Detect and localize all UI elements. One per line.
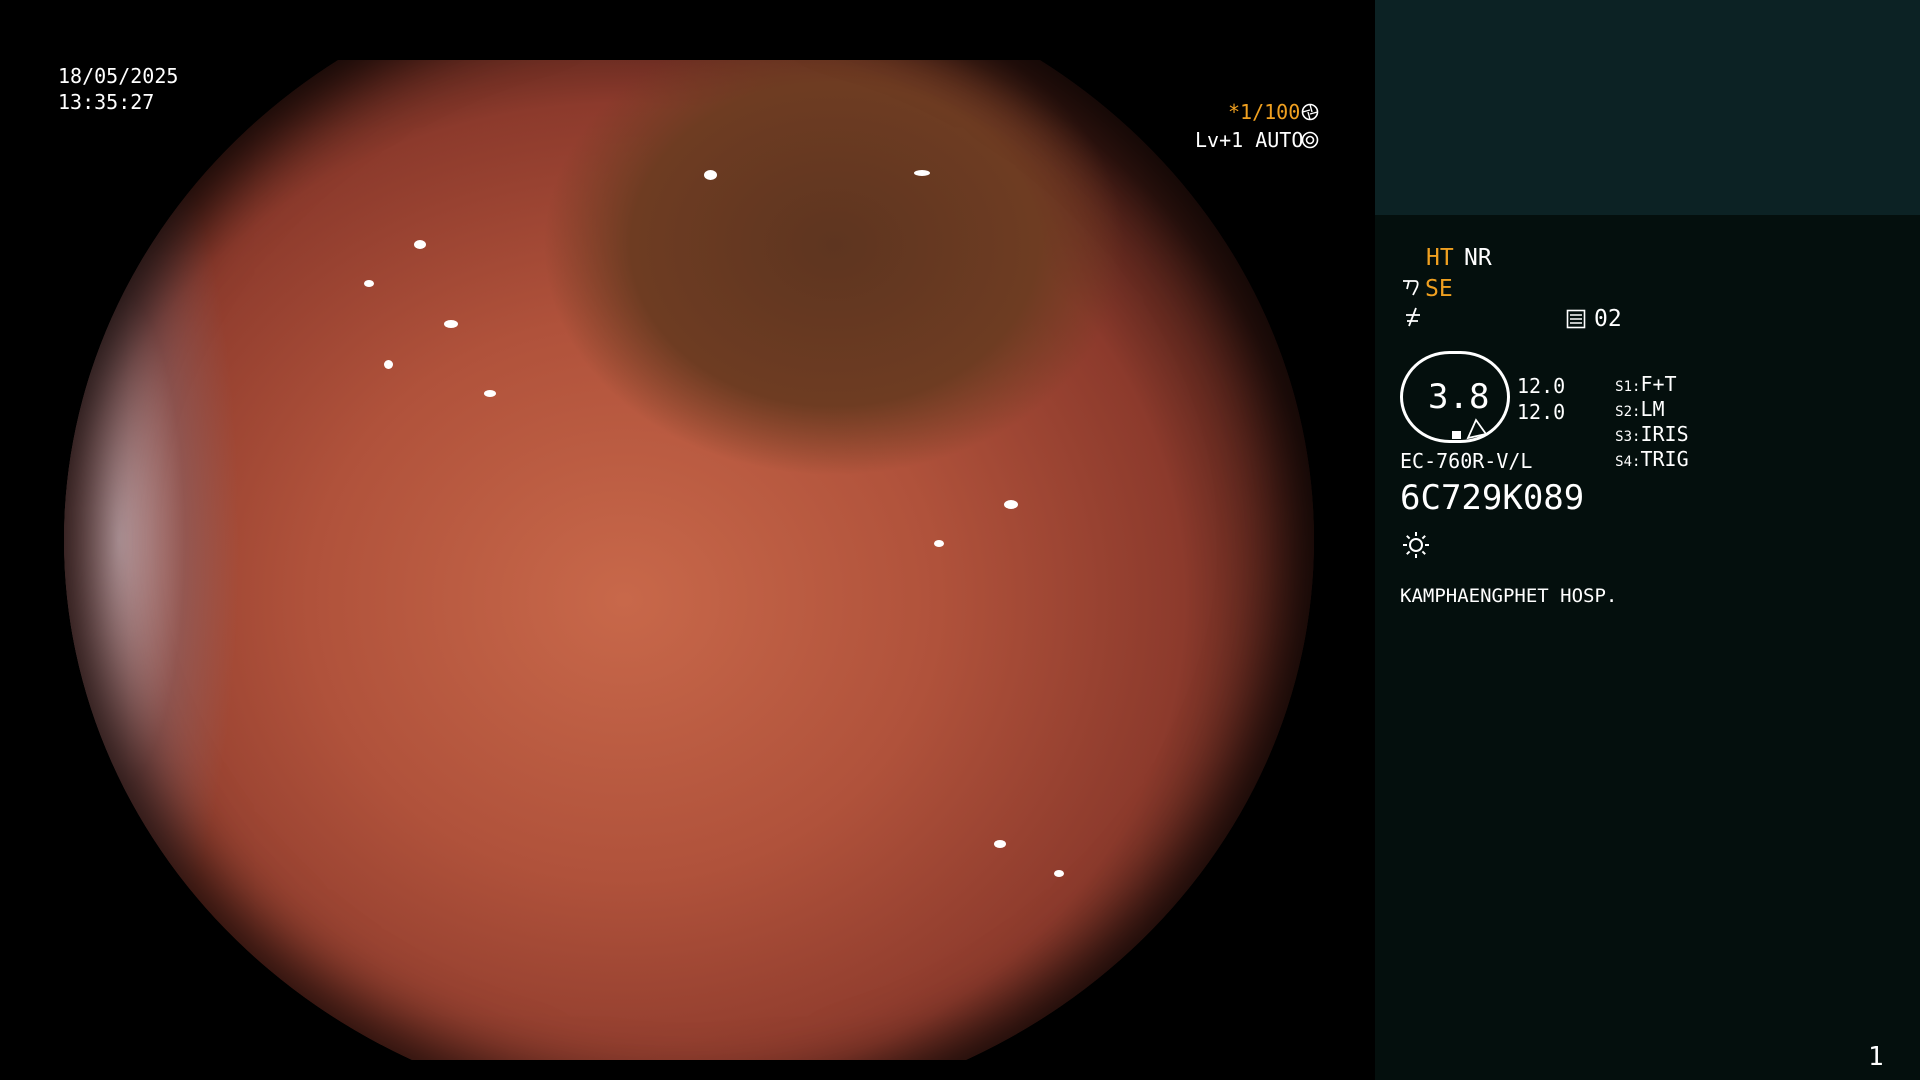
lens-vignette [64,60,1314,1060]
switch-value: F+T [1640,372,1677,396]
scope-model: EC-760R-V/L [1400,449,1533,473]
glare-spot [444,320,458,328]
glare-spot [704,170,717,180]
memory-icon [1566,309,1586,329]
glare-spot [994,840,1006,848]
glare-spot [384,360,393,369]
se-indicator: SE [1425,276,1453,302]
switch-key: S3 [1615,429,1633,445]
aperture-icon [1301,103,1319,121]
endoscope-view: 18/05/2025 13:35:27 *1/100 Lv+1 AUTO [0,0,1375,1080]
scope-serial: 6C729K089 [1400,478,1585,518]
freeze-icon [1406,307,1420,327]
switch-value: LM [1640,397,1665,421]
gauge-side-value-2: 12.0 [1517,400,1566,424]
scope-tip-icon [1403,280,1419,296]
shutter-display: *1/100 [1228,100,1301,124]
light-icon [1403,532,1429,558]
switch-value: IRIS [1640,422,1689,446]
gauge-side-value-1: 12.0 [1517,374,1566,398]
ht-indicator: HT [1426,245,1454,271]
switch-key: S2 [1615,404,1633,420]
glare-spot [1004,500,1018,509]
switch-value: TRIG [1640,447,1689,471]
switch-item: S1:F+T [1615,372,1677,396]
glare-spot [484,390,496,397]
memory-count: 02 [1594,306,1622,332]
panel-header-area [1375,0,1920,215]
gauge-indicator-icon [1452,418,1488,440]
target-icon [1301,131,1319,149]
time-display: 13:35:27 [58,90,155,114]
glare-spot [1054,870,1064,877]
switch-key: S1 [1615,379,1633,395]
glare-spot [934,540,944,547]
gauge-value: 3.8 [1428,377,1490,417]
level-display: Lv+1 AUTO [1195,128,1304,152]
switch-list: S1:F+T S2:LM S3:IRIS S4:TRIG [1567,348,1689,471]
date-display: 18/05/2025 [58,64,179,88]
switch-key: S4 [1615,454,1633,470]
nr-indicator: NR [1464,245,1492,271]
hospital-name: KAMPHAENGPHET HOSP. [1400,585,1618,607]
endoscopic-image [64,60,1314,1060]
glare-spot [914,170,930,176]
info-panel [1375,0,1920,1080]
glare-spot [414,240,426,249]
page-number: 1 [1868,1042,1884,1072]
glare-spot [364,280,374,287]
